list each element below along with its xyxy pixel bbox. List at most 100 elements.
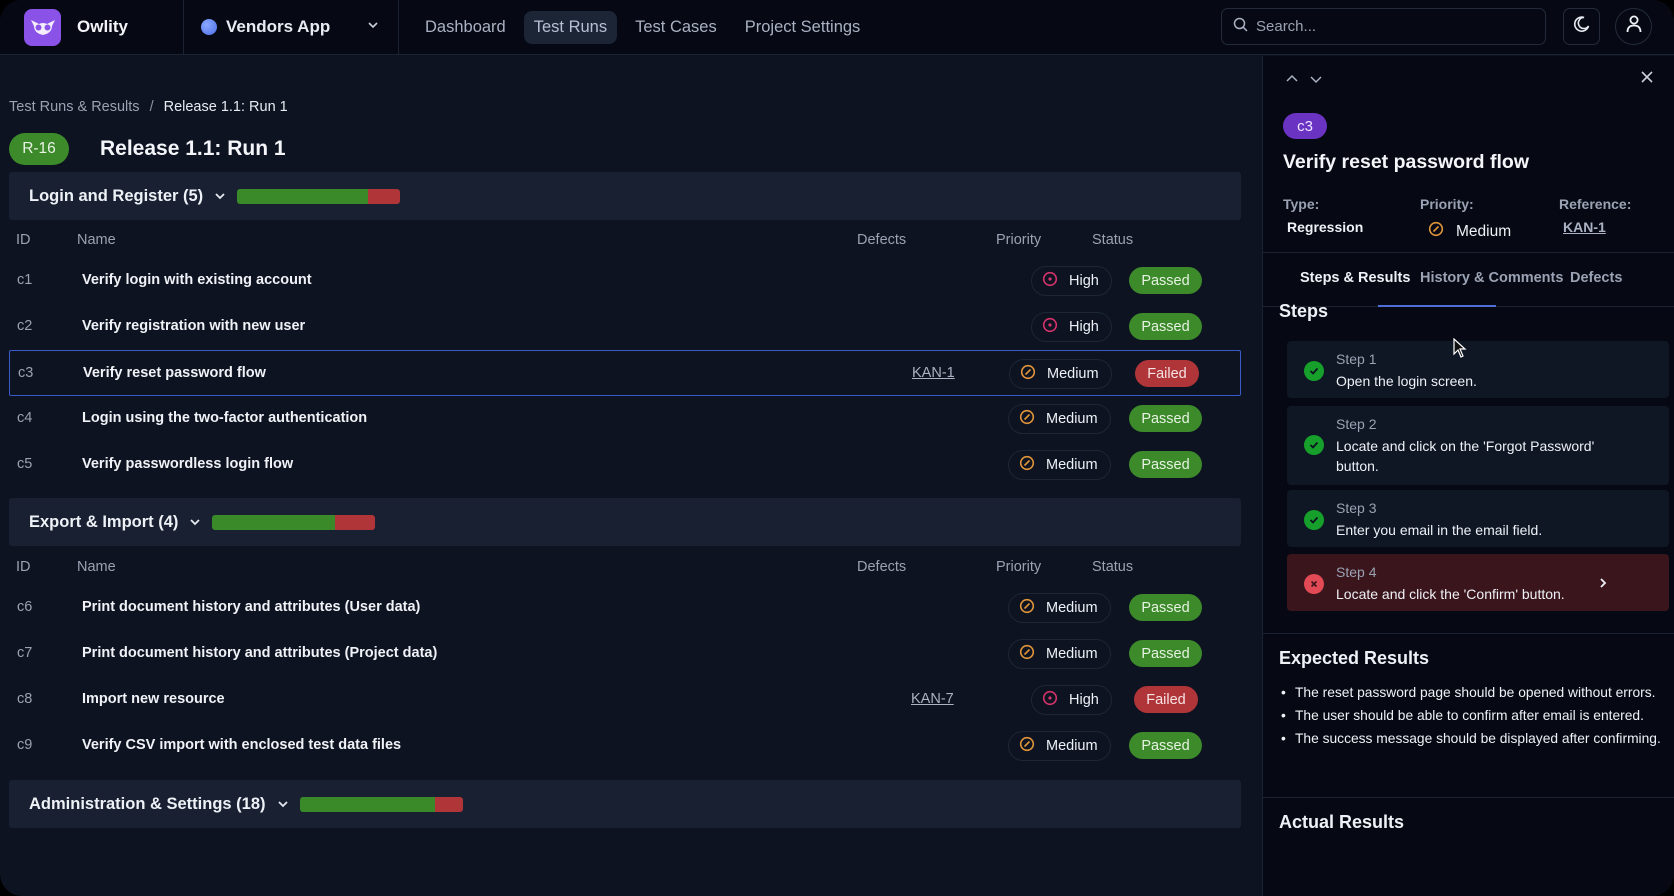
group-header-administration-settings[interactable]: Administration & Settings (18): [9, 780, 1241, 828]
priority-text: Medium: [1046, 738, 1098, 754]
mouse-cursor-icon: [1453, 337, 1467, 363]
chevron-down-icon[interactable]: [188, 515, 202, 529]
tab-history-comments[interactable]: History & Comments: [1420, 270, 1563, 286]
table-row[interactable]: c7 Print document history and attributes …: [9, 631, 1241, 677]
case-id: c4: [17, 410, 33, 426]
reference-link[interactable]: KAN-1: [1563, 219, 1606, 235]
project-selector[interactable]: Vendors App: [184, 0, 399, 55]
chevron-down-icon[interactable]: [1309, 72, 1323, 91]
actual-results-heading: Actual Results: [1279, 812, 1405, 832]
status-badge: Passed: [1129, 267, 1202, 294]
col-priority: Priority: [996, 232, 1042, 248]
col-priority: Priority: [996, 559, 1042, 575]
case-name: Verify CSV import with enclosed test dat…: [82, 737, 402, 753]
nav-test-cases[interactable]: Test Cases: [625, 11, 727, 44]
nav-test-runs[interactable]: Test Runs: [523, 10, 618, 44]
group-title: Export & Import (4): [29, 512, 179, 531]
case-id: c9: [17, 737, 33, 753]
brand[interactable]: Owlity: [0, 0, 184, 55]
high-priority-icon: [1042, 690, 1058, 710]
defect-link[interactable]: KAN-7: [911, 691, 954, 707]
test-case-detail-panel: c3 Verify reset password flow Type: Regr…: [1262, 56, 1674, 896]
step-label: Step 1: [1336, 351, 1377, 367]
table-row[interactable]: c4 Login using the two-factor authenticat…: [9, 396, 1241, 442]
priority-pill: Medium: [1008, 593, 1111, 623]
tab-defects[interactable]: Defects: [1570, 270, 1622, 286]
expected-results-list: The reset password page should be opened…: [1279, 683, 1669, 752]
step-item[interactable]: Step 2 Locate and click on the 'Forgot P…: [1287, 406, 1669, 485]
high-priority-icon: [1042, 271, 1058, 291]
case-id: c5: [17, 456, 33, 472]
priority-pill: High: [1031, 312, 1112, 342]
step-item[interactable]: Step 1 Open the login screen.: [1287, 341, 1669, 398]
breadcrumb-separator: /: [149, 99, 154, 115]
check-circle-icon: [1304, 361, 1324, 381]
table-row[interactable]: c8 Import new resource KAN-7 High Failed: [9, 677, 1241, 723]
chevron-down-icon[interactable]: [213, 189, 227, 203]
breadcrumb-parent-link[interactable]: Test Runs & Results: [9, 99, 140, 115]
status-badge: Passed: [1129, 594, 1202, 621]
check-circle-icon: [1304, 510, 1324, 530]
table-row-selected[interactable]: c3 Verify reset password flow KAN-1 Medium F…: [9, 350, 1241, 396]
main-nav: Dashboard Test Runs Test Cases Project S…: [415, 10, 871, 44]
progress-passed-segment: [212, 514, 335, 530]
theme-toggle-button[interactable]: [1563, 8, 1600, 45]
case-navigation: [1285, 72, 1323, 91]
case-name: Verify login with existing account: [82, 272, 312, 288]
chevron-right-icon[interactable]: [1597, 576, 1609, 594]
check-circle-icon: [1304, 435, 1324, 455]
nav-dashboard[interactable]: Dashboard: [415, 11, 516, 44]
step-text: Open the login screen.: [1336, 373, 1477, 389]
col-defects: Defects: [857, 232, 907, 248]
close-icon[interactable]: [1640, 70, 1654, 89]
step-item-failed[interactable]: Step 4 Locate and click the 'Confirm' bu…: [1287, 554, 1669, 611]
priority-text: Medium: [1046, 600, 1098, 616]
medium-priority-icon: [1019, 598, 1035, 618]
table-row[interactable]: c9 Verify CSV import with enclosed test d…: [9, 723, 1241, 769]
table-row[interactable]: c6 Print document history and attributes …: [9, 585, 1241, 631]
group-title: Administration & Settings (18): [29, 794, 266, 813]
group-header-login-register[interactable]: Login and Register (5): [9, 172, 1241, 220]
divider: [1263, 633, 1674, 634]
table-row[interactable]: c5 Verify passwordless login flow Medium Pa…: [9, 442, 1241, 488]
case-id: c3: [18, 365, 34, 381]
priority-text: Medium: [1046, 457, 1098, 473]
case-name: Verify reset password flow: [83, 365, 266, 381]
priority-text: High: [1069, 273, 1099, 289]
tab-steps-results[interactable]: Steps & Results: [1300, 270, 1410, 286]
nav-project-settings[interactable]: Project Settings: [735, 11, 871, 44]
medium-priority-icon: [1428, 221, 1444, 242]
group-progress-bar: [212, 514, 376, 530]
user-menu-button[interactable]: [1615, 8, 1652, 45]
chevron-down-icon[interactable]: [276, 797, 290, 811]
col-status: Status: [1092, 559, 1134, 575]
priority-pill: Medium: [1008, 404, 1111, 434]
status-badge: Passed: [1129, 640, 1202, 667]
app-window: Owlity Vendors App Dashboard Test Runs T…: [0, 0, 1674, 896]
priority-text: High: [1069, 319, 1099, 335]
case-name: Verify registration with new user: [82, 318, 306, 334]
type-label: Type:: [1283, 196, 1320, 212]
table-row[interactable]: c2 Verify registration with new user High P…: [9, 304, 1241, 350]
step-item[interactable]: Step 3 Enter you email in the email fiel…: [1287, 490, 1669, 547]
top-navigation-bar: Owlity Vendors App Dashboard Test Runs T…: [0, 0, 1674, 55]
case-id: c1: [17, 272, 33, 288]
expected-results-heading: Expected Results: [1279, 648, 1430, 668]
table-row[interactable]: c1 Verify login with existing account High…: [9, 258, 1241, 304]
status-badge: Passed: [1129, 451, 1202, 478]
defect-link[interactable]: KAN-1: [912, 365, 955, 381]
detail-tabs: Steps & Results History & Comments Defec…: [1263, 252, 1674, 307]
progress-failed-segment: [434, 796, 463, 812]
status-badge: Passed: [1129, 405, 1202, 432]
owl-logo-icon: [24, 8, 61, 46]
status-badge: Failed: [1134, 686, 1198, 713]
chevron-up-icon[interactable]: [1285, 72, 1299, 91]
col-defects: Defects: [857, 559, 907, 575]
search-input[interactable]: [1256, 18, 1516, 35]
search-box[interactable]: [1221, 8, 1546, 45]
group-header-export-import[interactable]: Export & Import (4): [9, 498, 1241, 546]
expected-result-item: The user should be able to confirm after…: [1279, 706, 1669, 726]
table-header: ID Name Defects Priority Status: [9, 226, 1241, 256]
case-name: Login using the two-factor authenticatio…: [82, 410, 368, 426]
step-text: Enter you email in the email field.: [1336, 522, 1543, 538]
